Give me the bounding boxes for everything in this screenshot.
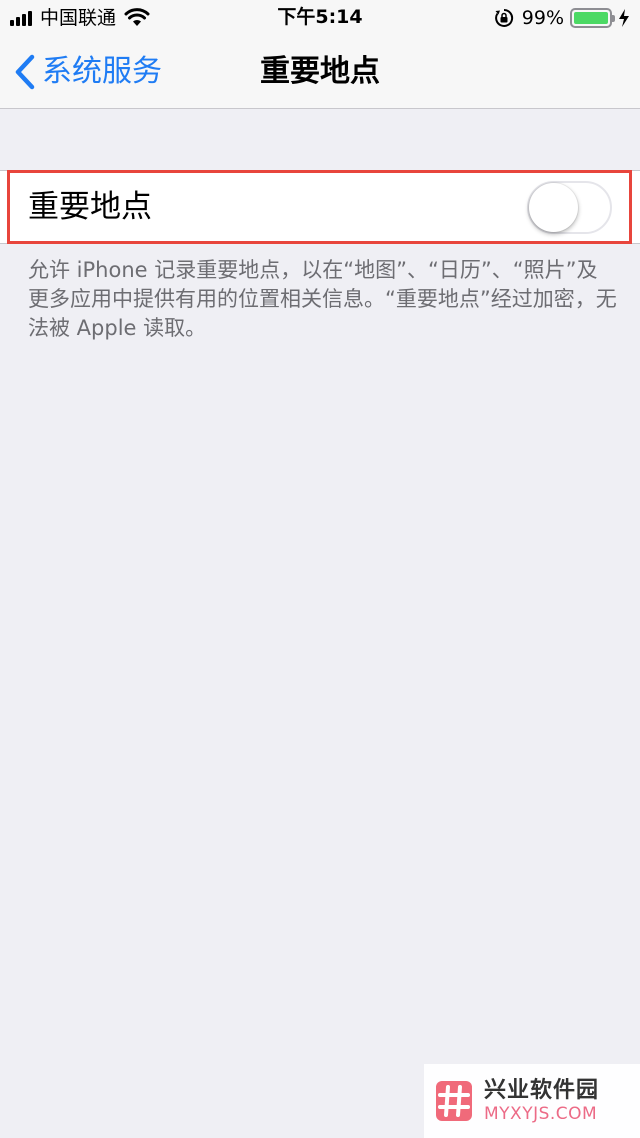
cell-label: 重要地点 [28, 189, 152, 225]
battery-icon [570, 8, 615, 28]
significant-locations-cell: 重要地点 [0, 170, 640, 244]
significant-locations-toggle[interactable] [527, 181, 612, 234]
watermark-brand-en: MYXYJS.COM [484, 1104, 598, 1124]
page-title: 重要地点 [260, 54, 380, 89]
status-right: 99% [494, 6, 630, 30]
toggle-knob [529, 183, 578, 232]
status-bar: 中国联通 下午5:14 99% [0, 0, 640, 36]
watermark-brand-cn: 兴业软件园 [484, 1078, 600, 1103]
watermark-text: 兴业软件园 MYXYJS.COM [484, 1078, 599, 1124]
battery-fill [574, 12, 608, 24]
orientation-lock-icon [494, 8, 513, 27]
footer-description: 允许 iPhone 记录重要地点，以在“地图”、“日历”、“照片”及更多应用中提… [28, 258, 617, 340]
battery-percent: 99% [521, 7, 564, 29]
hash-logo-icon [436, 1081, 472, 1121]
charging-icon [619, 9, 629, 27]
navigation-bar: 系统服务 重要地点 [0, 36, 640, 109]
watermark: 兴业软件园 MYXYJS.COM [424, 1064, 640, 1138]
